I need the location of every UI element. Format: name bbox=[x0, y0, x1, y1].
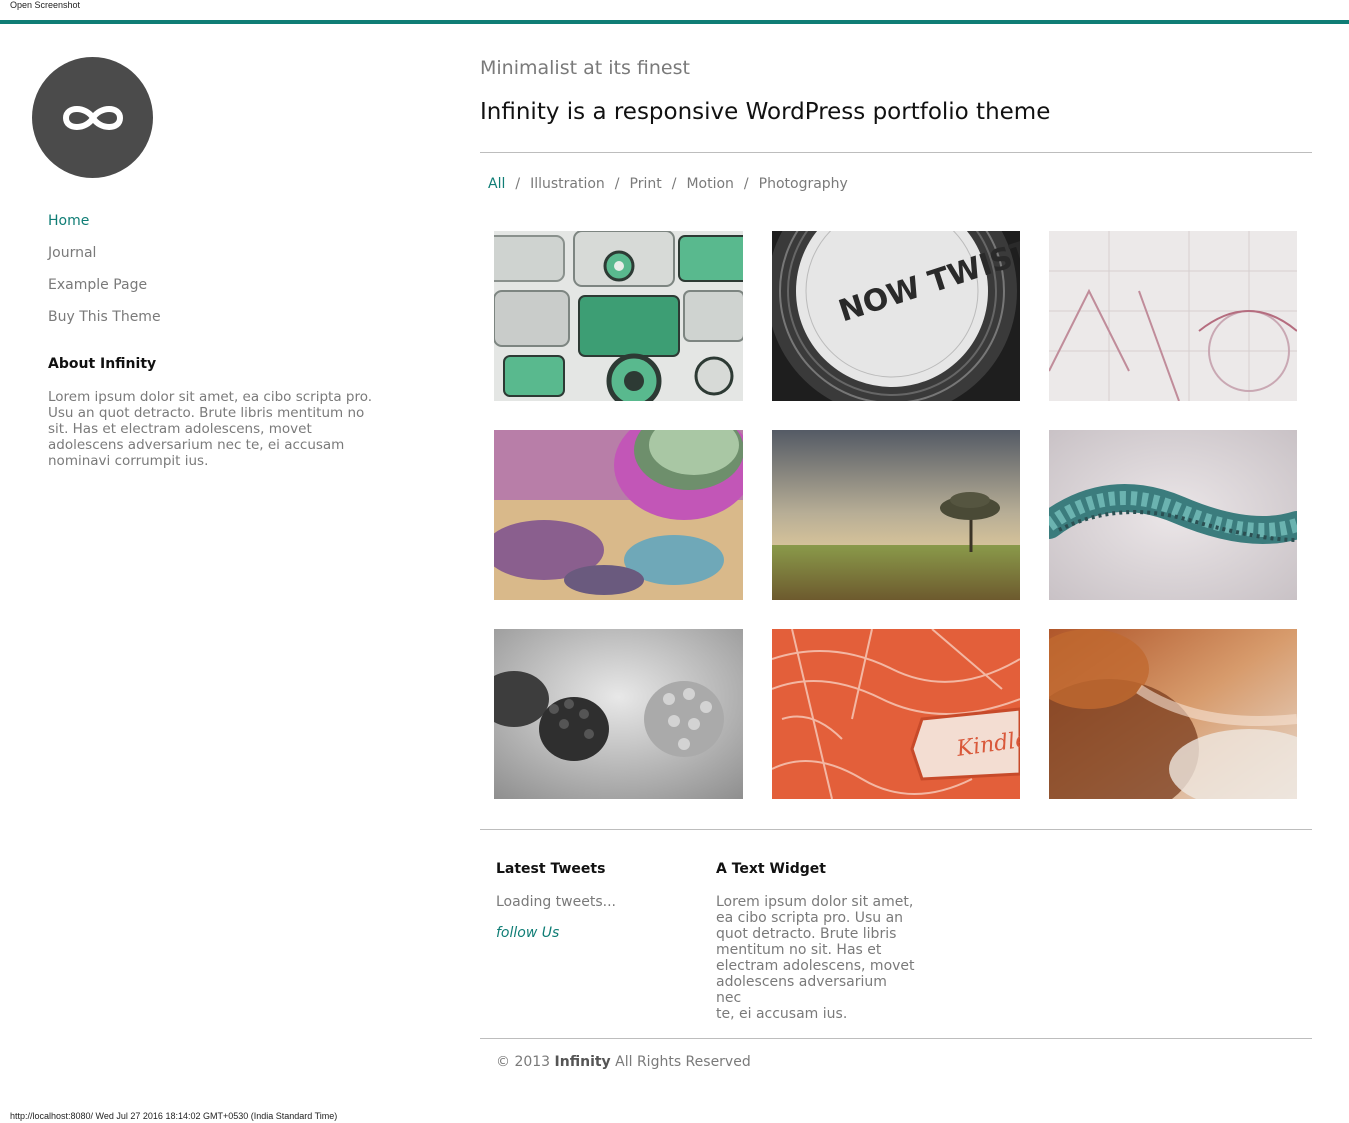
divider bbox=[480, 152, 1312, 153]
filter-all[interactable]: All bbox=[488, 176, 505, 192]
text-widget-line: mentitum no sit. Has et bbox=[716, 942, 882, 958]
lego-cubes-image bbox=[494, 629, 743, 799]
page-tagline: Minimalist at its finest bbox=[480, 57, 690, 79]
text-widget-line: te, ei accusam ius. bbox=[716, 1006, 848, 1022]
follow-us-link[interactable]: follow Us bbox=[496, 925, 559, 941]
text-widget-body: Lorem ipsum dolor sit amet, ea cibo scri… bbox=[716, 894, 916, 1022]
twisted-rope-image bbox=[1049, 430, 1297, 600]
nav-item-journal[interactable]: Journal bbox=[48, 243, 161, 275]
now-twist-image: NOW TWIST DOTCOM bbox=[772, 231, 1020, 401]
portfolio-sketch-lines[interactable] bbox=[1049, 231, 1297, 401]
portfolio-now-twist-print[interactable]: NOW TWIST DOTCOM bbox=[772, 231, 1020, 401]
filter-separator: / bbox=[671, 176, 677, 192]
site-logo[interactable] bbox=[32, 57, 153, 178]
text-widget-line: electram adolescens, movet bbox=[716, 958, 915, 974]
filter-separator: / bbox=[614, 176, 620, 192]
portfolio-blurry-cylinders[interactable] bbox=[494, 430, 743, 600]
sketch-lines-image bbox=[1049, 231, 1297, 401]
kindle-print-image: Kindle bbox=[772, 629, 1020, 799]
footer-brand: Infinity bbox=[554, 1054, 611, 1070]
filter-illustration[interactable]: Illustration bbox=[530, 176, 605, 192]
filter-motion[interactable]: Motion bbox=[686, 176, 733, 192]
radio-illustration-image bbox=[494, 231, 743, 401]
nav-item-home[interactable]: Home bbox=[48, 211, 161, 243]
status-line: http://localhost:8080/ Wed Jul 27 2016 1… bbox=[10, 1111, 338, 1121]
page-headline: Infinity is a responsive WordPress portf… bbox=[480, 99, 1051, 125]
portfolio-filters: All / Illustration / Print / Motion / Ph… bbox=[488, 176, 848, 192]
portfolio-kindle-print[interactable]: Kindle bbox=[772, 629, 1020, 799]
infinity-icon bbox=[62, 105, 123, 130]
latest-tweets-title: Latest Tweets bbox=[496, 861, 606, 877]
main-nav: Home Journal Example Page Buy This Theme bbox=[48, 211, 161, 339]
footer: © 2013 Infinity All Rights Reserved bbox=[496, 1054, 751, 1070]
text-widget-title: A Text Widget bbox=[716, 861, 826, 877]
portfolio-twisted-rope[interactable] bbox=[1049, 430, 1297, 600]
blurry-cylinders-image bbox=[494, 430, 743, 600]
window-caption: Open Screenshot bbox=[10, 0, 81, 10]
filter-separator: / bbox=[743, 176, 749, 192]
text-widget-line: adolescens adversarium nec bbox=[716, 974, 887, 1006]
about-title: About Infinity bbox=[48, 356, 157, 372]
nav-item-buy-this-theme[interactable]: Buy This Theme bbox=[48, 307, 161, 339]
portfolio-radio-illustration[interactable] bbox=[494, 231, 743, 401]
text-widget-line: Lorem ipsum dolor sit amet, bbox=[716, 894, 914, 910]
divider bbox=[480, 1038, 1312, 1039]
about-text: Lorem ipsum dolor sit amet, ea cibo scri… bbox=[48, 389, 373, 469]
divider bbox=[480, 829, 1312, 830]
footer-rights: All Rights Reserved bbox=[615, 1054, 751, 1070]
orange-smoke-image bbox=[1049, 629, 1297, 799]
portfolio-lego-cubes[interactable] bbox=[494, 629, 743, 799]
text-widget-line: ea cibo scripta pro. Usu an bbox=[716, 910, 904, 926]
filter-photography[interactable]: Photography bbox=[759, 176, 848, 192]
portfolio-grid: NOW TWIST DOTCOM bbox=[494, 231, 1297, 799]
filter-separator: / bbox=[515, 176, 521, 192]
landscape-tree-image bbox=[772, 430, 1020, 600]
accent-top-bar bbox=[0, 20, 1349, 24]
nav-item-example-page[interactable]: Example Page bbox=[48, 275, 161, 307]
portfolio-orange-smoke[interactable] bbox=[1049, 629, 1297, 799]
footer-copyright: © 2013 bbox=[496, 1054, 551, 1070]
tweets-loading-text: Loading tweets... bbox=[496, 894, 616, 910]
portfolio-landscape-tree[interactable] bbox=[772, 430, 1020, 600]
text-widget-line: quot detracto. Brute libris bbox=[716, 926, 897, 942]
filter-print[interactable]: Print bbox=[630, 176, 662, 192]
